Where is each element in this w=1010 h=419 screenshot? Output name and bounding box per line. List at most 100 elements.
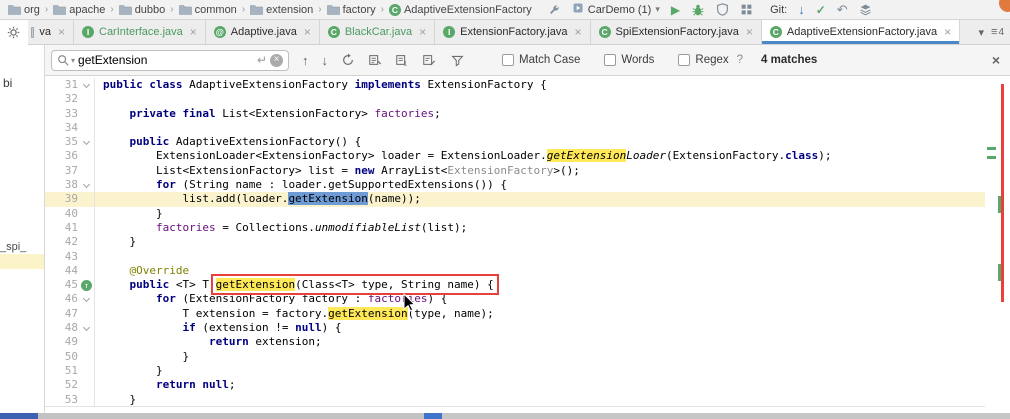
tab-close-icon[interactable]: × <box>944 25 951 39</box>
code-text[interactable]: } <box>95 350 189 364</box>
breadcrumb-item[interactable]: extension <box>250 4 313 16</box>
line-number-gutter[interactable]: 32 <box>45 92 95 107</box>
fold-chevron-icon[interactable] <box>82 295 91 303</box>
search-field[interactable]: ▾ ↵ × <box>51 49 289 71</box>
regex-checkbox[interactable]: Regex <box>678 54 729 66</box>
next-match-button[interactable]: ↓ <box>322 53 329 68</box>
line-number-gutter[interactable]: 38 <box>45 178 95 193</box>
code-text[interactable]: } <box>95 235 136 249</box>
line-number-gutter[interactable]: 40 <box>45 206 95 221</box>
code-text[interactable]: if (extension != null) { <box>95 321 341 335</box>
tab-close-icon[interactable]: × <box>419 25 426 39</box>
line-number-gutter[interactable]: 34 <box>45 120 95 136</box>
tab-close-icon[interactable]: × <box>304 25 311 39</box>
line-number-gutter[interactable]: 50 <box>45 349 95 364</box>
tree-selected-row[interactable] <box>0 254 44 269</box>
filter-results-icon[interactable] <box>422 53 436 67</box>
clear-search-icon[interactable]: × <box>270 53 283 67</box>
search-result-marker[interactable] <box>987 147 996 150</box>
code-text[interactable]: private final List<ExtensionFactory> fac… <box>95 107 441 121</box>
code-text[interactable]: factories = Collections.unmodifiableList… <box>95 221 467 235</box>
code-text[interactable]: ExtensionLoader<ExtensionFactory> loader… <box>95 149 832 163</box>
line-number-gutter[interactable]: 41 <box>45 220 95 236</box>
build-wrench-icon[interactable] <box>548 3 561 16</box>
coverage-button[interactable] <box>716 3 729 16</box>
code-text[interactable]: } <box>95 207 163 221</box>
tabs-dropdown-icon[interactable]: ▾ <box>978 26 984 39</box>
fold-chevron-icon[interactable] <box>82 138 91 146</box>
line-number-gutter[interactable]: 53 <box>45 392 95 406</box>
line-number-gutter[interactable]: 48 <box>45 321 95 336</box>
code-text[interactable] <box>95 92 103 106</box>
vcs-commit-button[interactable]: ✓ <box>816 3 826 17</box>
breadcrumb-item[interactable]: apache <box>53 4 105 16</box>
vcs-rollback-button[interactable]: ↶ <box>837 2 848 18</box>
code-text[interactable]: return null; <box>95 378 235 392</box>
line-number-gutter[interactable]: 52 <box>45 378 95 393</box>
editor-tab[interactable]: I ExtensionFactory.java × <box>435 20 591 44</box>
search-input[interactable] <box>78 53 254 67</box>
code-text[interactable]: } <box>95 393 136 406</box>
line-number-gutter[interactable]: 39 <box>45 192 95 207</box>
fold-chevron-icon[interactable] <box>82 181 91 189</box>
fold-chevron-icon[interactable] <box>82 80 91 89</box>
breadcrumb-item[interactable]: C AdaptiveExtensionFactory <box>388 3 532 16</box>
search-options-chevron-icon[interactable]: ▾ <box>71 56 75 65</box>
match-case-checkbox[interactable]: Match Case <box>502 54 580 66</box>
breadcrumb-item[interactable]: factory <box>326 4 376 16</box>
code-text[interactable]: public AdaptiveExtensionFactory() { <box>95 135 362 149</box>
code-text[interactable]: } <box>95 364 163 378</box>
line-number-gutter[interactable]: 37 <box>45 163 95 179</box>
line-number-gutter[interactable]: 33 <box>45 106 95 121</box>
gear-icon[interactable] <box>7 26 20 44</box>
code-editor[interactable]: 31 public class AdaptiveExtensionFactory … <box>45 76 985 407</box>
implements-marker-icon[interactable]: ↑ <box>81 279 92 291</box>
profiler-button[interactable] <box>740 3 753 16</box>
line-number-gutter[interactable]: 49 <box>45 335 95 350</box>
code-text[interactable] <box>95 121 103 135</box>
filter-icon[interactable] <box>451 54 464 67</box>
breadcrumb-item[interactable]: common <box>178 4 237 16</box>
close-find-bar-icon[interactable]: × <box>992 52 1000 68</box>
regex-help-link[interactable]: ? <box>737 54 743 66</box>
line-number-gutter[interactable]: 43 <box>45 249 95 264</box>
line-number-gutter[interactable]: 47 <box>45 306 95 322</box>
search-in-selection-icon[interactable]: 1 <box>395 53 409 67</box>
editor-tab[interactable]: va × <box>28 20 74 44</box>
line-number-gutter[interactable]: 36 <box>45 149 95 164</box>
code-text[interactable] <box>95 250 103 264</box>
newline-icon[interactable]: ↵ <box>257 53 267 67</box>
run-config-selector[interactable]: CarDemo (1) ▾ <box>572 2 660 17</box>
breadcrumb-item[interactable]: org <box>8 4 40 16</box>
hidden-tabs-button[interactable]: ≡ 4 <box>991 26 1004 38</box>
line-number-gutter[interactable]: 31 <box>45 78 95 93</box>
search-result-marker[interactable] <box>987 156 996 159</box>
fold-chevron-icon[interactable] <box>82 324 91 332</box>
line-number-gutter[interactable]: 44 <box>45 263 95 279</box>
debug-button[interactable] <box>691 3 705 17</box>
open-in-tool-window-icon[interactable] <box>368 53 382 67</box>
code-text[interactable]: for (String name : loader.getSupportedEx… <box>95 178 507 192</box>
editor-tab[interactable]: @ Adaptive.java × <box>205 20 320 44</box>
editor-tab[interactable]: I CarInterface.java × <box>74 20 206 44</box>
stack-icon[interactable] <box>859 3 872 16</box>
prev-match-button[interactable]: ↑ <box>302 53 309 68</box>
code-text[interactable]: list.add(loader.getExtension(name)); <box>95 192 421 206</box>
find-all-icon[interactable] <box>341 53 355 67</box>
code-text[interactable]: public class AdaptiveExtensionFactory im… <box>95 78 547 92</box>
code-text[interactable]: @Override <box>95 264 190 278</box>
vcs-update-button[interactable]: ↓ <box>798 2 805 17</box>
line-number-gutter[interactable]: 45 ↑ <box>45 278 95 293</box>
tab-close-icon[interactable]: × <box>58 25 65 39</box>
tab-close-icon[interactable]: × <box>190 25 197 39</box>
tab-close-icon[interactable]: × <box>575 25 582 39</box>
breadcrumb-item[interactable]: dubbo <box>118 4 165 16</box>
words-checkbox[interactable]: Words <box>604 54 654 66</box>
project-panel[interactable]: bi _spi_ <box>0 20 45 413</box>
code-text[interactable]: return extension; <box>95 335 322 349</box>
editor-tab[interactable]: C AdaptiveExtensionFactory.java × <box>761 20 961 44</box>
editor-tab[interactable]: C SpiExtensionFactory.java × <box>590 20 762 44</box>
code-text[interactable]: List<ExtensionFactory> list = new ArrayL… <box>95 164 580 178</box>
line-number-gutter[interactable]: 35 <box>45 135 95 150</box>
line-number-gutter[interactable]: 46 <box>45 292 95 307</box>
